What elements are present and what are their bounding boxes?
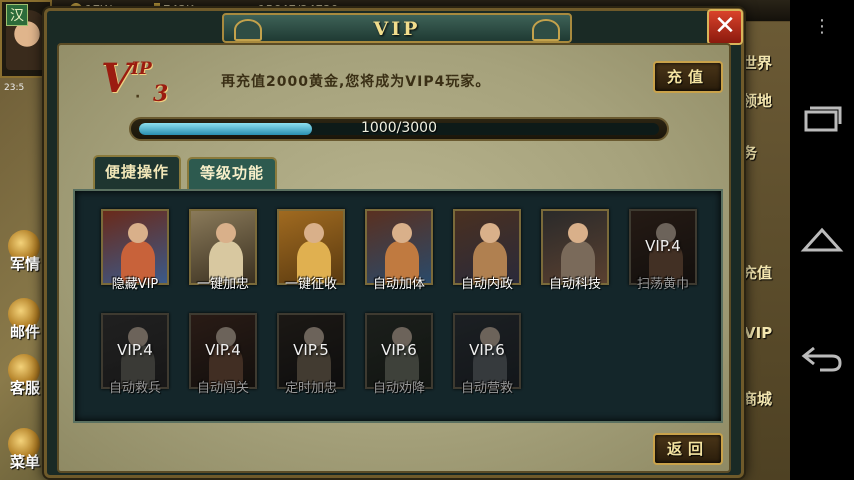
service-label: 客服: [9, 379, 40, 397]
vip-side-button[interactable]: VIP: [744, 324, 772, 342]
dialog-title: VIP: [373, 18, 421, 40]
timer-text: 23:5: [4, 83, 25, 93]
vip-requirement-label: VIP.6: [381, 341, 417, 359]
feature-label: 自动科技: [548, 277, 601, 292]
menu-button[interactable]: 菜单: [0, 426, 50, 472]
overflow-menu-icon[interactable]: ⋮: [790, 18, 854, 36]
intel-button[interactable]: 军情: [0, 228, 50, 274]
task-button[interactable]: 务: [742, 142, 757, 163]
back-button[interactable]: 返回: [653, 433, 723, 465]
nation-badge: 汉: [6, 4, 28, 26]
vip-dialog: VIP ✕ V IP · 3 再充值2000黄金,您将成为VIP4玩家。 充值 …: [44, 8, 744, 478]
back-nav-icon[interactable]: [790, 344, 854, 378]
feature-label: 一键征收: [284, 277, 337, 292]
feature-label: 自动劝降: [372, 381, 425, 396]
feature-tile[interactable]: VIP.4 自动闯关: [187, 311, 259, 403]
feature-tile[interactable]: VIP.4 扫荡黄巾: [627, 207, 699, 299]
feature-tile[interactable]: 隐藏VIP: [99, 207, 171, 299]
close-button[interactable]: ✕: [707, 9, 743, 45]
feature-tile[interactable]: 一键征收: [275, 207, 347, 299]
recharge-button[interactable]: 充值: [653, 61, 723, 93]
feature-label: 一键加忠: [196, 277, 249, 292]
feature-grid: 隐藏VIP 一键加忠 一键征收 自动加体 自动内政 自动科技 VIP.4 扫荡黄巾 VIP.4 自…: [73, 189, 723, 423]
vip-level-number: 3: [153, 81, 169, 107]
feature-tile[interactable]: 自动科技: [539, 207, 611, 299]
feature-tile[interactable]: 自动内政: [451, 207, 523, 299]
feature-label: 自动闯关: [196, 381, 249, 396]
android-nav-bar: ⋮: [790, 0, 854, 480]
title-ornament-icon: [532, 19, 560, 41]
dialog-title-bar: VIP: [222, 13, 572, 43]
feature-label: 自动救兵: [108, 381, 161, 396]
tab-quick-actions[interactable]: 便捷操作: [93, 155, 181, 189]
vip-requirement-label: VIP.4: [117, 341, 153, 359]
menu-label: 菜单: [9, 453, 40, 471]
tab-level-features[interactable]: 等级功能: [187, 157, 277, 189]
vip-requirement-label: VIP.4: [645, 237, 681, 255]
vip-logo-v: V: [101, 55, 133, 102]
service-button[interactable]: 客服: [0, 352, 50, 398]
mail-label: 邮件: [9, 323, 40, 341]
territory-button[interactable]: 领地: [742, 90, 772, 111]
feature-label: 自动内政: [460, 277, 513, 292]
vip-progress-bar: 1000/3000: [129, 117, 669, 141]
feature-label: 扫荡黄巾: [636, 277, 689, 292]
feature-label: 定时加忠: [284, 381, 337, 396]
vip-logo-dot: ·: [135, 89, 141, 105]
intel-label: 军情: [9, 255, 40, 273]
recent-apps-icon[interactable]: [790, 104, 854, 138]
dialog-body: V IP · 3 再充值2000黄金,您将成为VIP4玩家。 充值 1000/3…: [57, 43, 731, 473]
home-icon[interactable]: [790, 224, 854, 258]
feature-tile[interactable]: VIP.6 自动营救: [451, 311, 523, 403]
recharge-side-button[interactable]: 充值: [742, 262, 772, 283]
world-button[interactable]: 世界: [742, 52, 772, 73]
vip-requirement-label: VIP.4: [205, 341, 241, 359]
vip-requirement-label: VIP.5: [293, 341, 329, 359]
feature-label: 隐藏VIP: [111, 277, 159, 292]
vip-level-logo: V IP · 3: [101, 55, 181, 107]
mail-button[interactable]: 邮件: [0, 296, 50, 342]
feature-tile[interactable]: 一键加忠: [187, 207, 259, 299]
feature-tile[interactable]: VIP.4 自动救兵: [99, 311, 171, 403]
feature-label: 自动加体: [372, 277, 425, 292]
shop-button[interactable]: 商城: [742, 388, 772, 409]
vip-logo-ip: IP: [131, 59, 152, 79]
recharge-message: 再充值2000黄金,您将成为VIP4玩家。: [221, 74, 491, 90]
progress-text: 1000/3000: [361, 120, 437, 136]
vip-requirement-label: VIP.6: [469, 341, 505, 359]
feature-tile[interactable]: VIP.6 自动劝降: [363, 311, 435, 403]
feature-label: 自动营救: [460, 381, 513, 396]
feature-tile[interactable]: 自动加体: [363, 207, 435, 299]
feature-tile[interactable]: VIP.5 定时加忠: [275, 311, 347, 403]
